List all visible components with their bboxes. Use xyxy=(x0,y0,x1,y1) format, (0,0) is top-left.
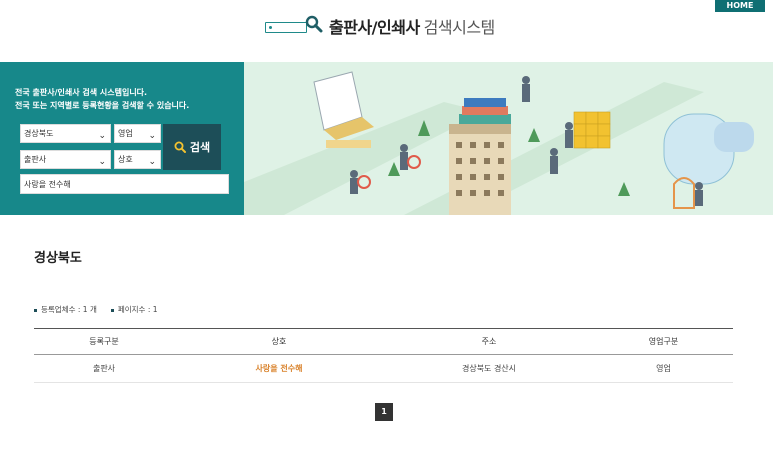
site-title: 출판사/인쇄사 xyxy=(329,18,420,37)
table-row: 출판사 사랑을 전수해 경상북도 경산시 영업 xyxy=(34,354,733,383)
column-header: 등록구분 xyxy=(34,328,174,355)
search-icon xyxy=(174,141,186,153)
region-title: 경상북도 xyxy=(34,251,82,266)
status-select-value: 영업 xyxy=(118,129,133,138)
pages-label: 페이지수 : 1 xyxy=(117,305,158,314)
region-select[interactable]: 경상북도 ⌄ xyxy=(20,124,111,143)
column-header: 상호 xyxy=(174,328,384,355)
column-header: 주소 xyxy=(384,328,594,355)
field-select-value: 상호 xyxy=(118,155,133,164)
cell-name-link[interactable]: 사랑을 전수해 xyxy=(174,354,384,383)
keyword-input[interactable] xyxy=(20,174,229,194)
site-logo[interactable]: 출판사/인쇄사 검색시스템 xyxy=(265,14,495,38)
chevron-down-icon: ⌄ xyxy=(98,157,106,167)
result-stats: 등록업체수 : 1 개 페이지수 : 1 xyxy=(34,304,158,315)
chevron-down-icon: ⌄ xyxy=(98,131,106,141)
search-intro: 전국 출판사/인쇄사 검색 시스템입니다. 전국 또는 지역별로 등록현황을 검… xyxy=(15,86,189,112)
type-select[interactable]: 출판사 ⌄ xyxy=(20,150,111,169)
region-select-value: 경상북도 xyxy=(24,129,54,138)
page-button-current[interactable]: 1 xyxy=(375,403,393,421)
field-select[interactable]: 상호 ⌄ xyxy=(114,150,161,169)
count-label: 등록업체수 : 1 개 xyxy=(41,305,97,314)
status-select[interactable]: 영업 ⌄ xyxy=(114,124,161,143)
magnifier-logo-icon xyxy=(265,15,323,37)
cell-type: 출판사 xyxy=(34,354,174,383)
header: 출판사/인쇄사 검색시스템 HOME xyxy=(0,0,773,62)
cell-address: 경상북도 경산시 xyxy=(384,354,594,383)
chevron-down-icon: ⌄ xyxy=(148,131,156,141)
count-stat: 등록업체수 : 1 개 xyxy=(34,304,97,315)
type-select-value: 출판사 xyxy=(24,155,47,164)
intro-line-1: 전국 출판사/인쇄사 검색 시스템입니다. xyxy=(15,88,148,97)
search-button-label: 검색 xyxy=(189,141,211,154)
pages-stat: 페이지수 : 1 xyxy=(110,304,158,315)
site-subtitle: 검색시스템 xyxy=(423,18,496,37)
result-table: 등록구분 상호 주소 영업구분 출판사 사랑을 전수해 경상북도 경산시 영업 xyxy=(34,328,733,383)
banner-illustration xyxy=(244,62,773,215)
search-button[interactable]: 검색 xyxy=(163,124,221,170)
cell-status: 영업 xyxy=(594,354,733,383)
chevron-down-icon: ⌄ xyxy=(148,157,156,167)
table-header-row: 등록구분 상호 주소 영업구분 xyxy=(34,328,733,355)
column-header: 영업구분 xyxy=(594,328,733,355)
home-button[interactable]: HOME xyxy=(715,0,765,12)
intro-line-2: 전국 또는 지역별로 등록현황을 검색할 수 있습니다. xyxy=(15,101,190,110)
